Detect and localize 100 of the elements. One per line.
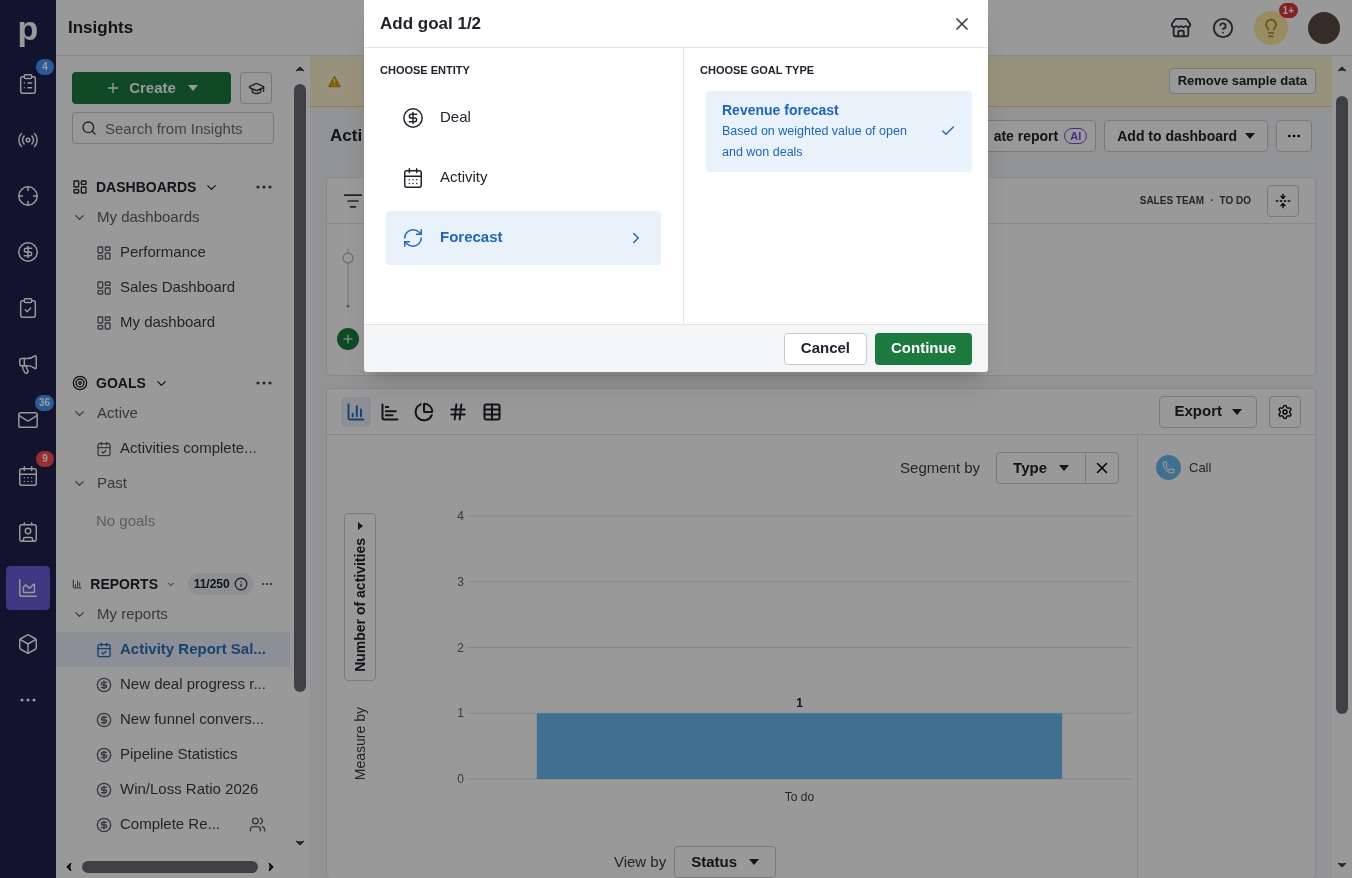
add-filter-button[interactable] [337,328,359,350]
export-button[interactable]: Export [1159,395,1257,428]
search-field[interactable]: Search from Insights [72,112,274,144]
group-label[interactable]: Active [97,402,138,425]
settings-button[interactable] [1269,395,1301,428]
count-badge: 4 [36,59,54,75]
report-title: Acti [330,125,364,148]
bar-chart-icon [380,401,400,422]
mail-icon [17,409,39,431]
more-icon[interactable] [261,582,272,586]
segment-value[interactable]: Type [997,453,1086,483]
view-by-label: View by [613,851,667,872]
create-button[interactable]: Create [72,72,231,104]
item-label: Complete Re... [120,814,221,835]
table-icon [482,401,502,422]
more-icon [20,698,36,702]
nav-item[interactable] [6,566,50,610]
entity-option[interactable]: Forecast [386,210,661,265]
axis-tick-label: 1 [457,706,464,721]
clipboard-icon [17,73,39,95]
caret-icon [1245,133,1255,139]
dollar-icon [96,781,112,798]
store-icon[interactable] [1170,16,1192,39]
entity-option[interactable]: Activity [386,150,661,205]
settings-icon [1277,403,1293,420]
sidebar-item[interactable]: New funnel convers... [56,702,290,737]
search-icon [81,120,97,136]
logo[interactable]: p [17,0,39,56]
pie-chart-icon [414,401,434,422]
item-label: Pipeline Statistics [120,744,238,765]
legend-label: Call [1189,458,1212,477]
caret-icon [749,859,760,865]
continue-button[interactable]: Continue [875,332,972,365]
sidebar-item[interactable]: Activity Report Sal... [56,632,290,667]
view-by-select[interactable]: Status [674,846,777,878]
box-icon [17,633,39,655]
add-to-dashboard-button[interactable]: Add to dashboard [1104,120,1268,152]
scrollbar-thumb[interactable] [294,84,306,692]
item-label: Win/Loss Ratio 2026 [120,779,259,800]
section-title[interactable]: GOALS [96,372,146,394]
measure-select[interactable]: Number of activities [344,513,376,681]
timeline-drawing [341,248,355,308]
dialog-title: Add goal 1/2 [380,12,482,35]
hash-icon [448,401,468,422]
column-chart-icon [346,401,366,422]
caret-icon [1232,408,1242,415]
group-label[interactable]: Past [97,472,127,495]
phone-icon [1162,461,1175,474]
plus-icon [341,332,355,346]
section-title[interactable]: DASHBOARDS [96,176,197,198]
filter-tag: TO DO [1219,193,1251,208]
item-label: Activities complete... [120,438,257,459]
scrollbar-thumb[interactable] [82,861,258,873]
sidebar-item[interactable]: Pipeline Statistics [56,737,290,772]
collapse-button[interactable] [1267,184,1299,217]
dollar-icon [96,746,112,763]
group-label[interactable]: My reports [97,603,168,626]
calendar-icon [96,641,112,658]
option-title: Revenue forecast [722,100,840,120]
dot-separator: · [1210,194,1214,208]
chart-icon [17,577,39,599]
info-icon[interactable] [233,577,248,591]
dashboard-icon [96,279,112,296]
sidebar-item[interactable]: Performance [56,235,290,270]
scrollbar-thumb[interactable] [1336,96,1348,714]
page-title: Insights [68,16,134,39]
dollar-icon [96,711,112,728]
entity-option[interactable]: Deal [386,90,661,145]
contact-card-icon [17,521,39,543]
help-icon[interactable] [1212,16,1234,39]
megaphone-icon [17,353,39,375]
section-heading: CHOOSE GOAL TYPE [700,63,816,78]
data-label: 1 [796,696,803,711]
sidebar-item[interactable]: New deal progress r... [56,667,290,702]
avatar[interactable] [1308,11,1340,44]
notification-badge: 1+ [1278,2,1298,18]
segment-select[interactable]: Type [996,452,1119,484]
chart-type-tab[interactable] [341,396,371,427]
sidebar-item[interactable]: Activities complete... [56,431,290,466]
goal-type-option[interactable]: Revenue forecast Based on weighted value of open and won deals [706,90,972,172]
remove-sample-button[interactable]: Remove sample data [1168,68,1316,94]
measure-label: Measure by [350,706,369,780]
dashboard-icon [96,244,112,261]
sidebar-item[interactable]: Sales Dashboard [56,270,290,305]
empty-note: No goals [95,510,157,531]
caret-icon [1059,465,1069,471]
axis-tick-label: 4 [457,509,464,523]
section-title[interactable]: REPORTS [90,573,158,595]
cancel-button[interactable]: Cancel [783,332,867,365]
filter-tag: SALES TEAM [1139,193,1205,208]
group-label[interactable]: My dashboards [97,206,200,229]
category-label: To do [784,790,815,804]
dashboard-icon [96,314,112,331]
sidebar-item[interactable]: My dashboard [56,305,290,340]
item-label: New funnel convers... [120,709,265,730]
more-icon[interactable] [256,185,272,189]
more-icon[interactable] [256,381,272,385]
sidebar-item[interactable]: Win/Loss Ratio 2026 [56,772,290,807]
sidebar-item[interactable]: Complete Re... [56,807,290,842]
academy-button[interactable] [240,72,272,104]
